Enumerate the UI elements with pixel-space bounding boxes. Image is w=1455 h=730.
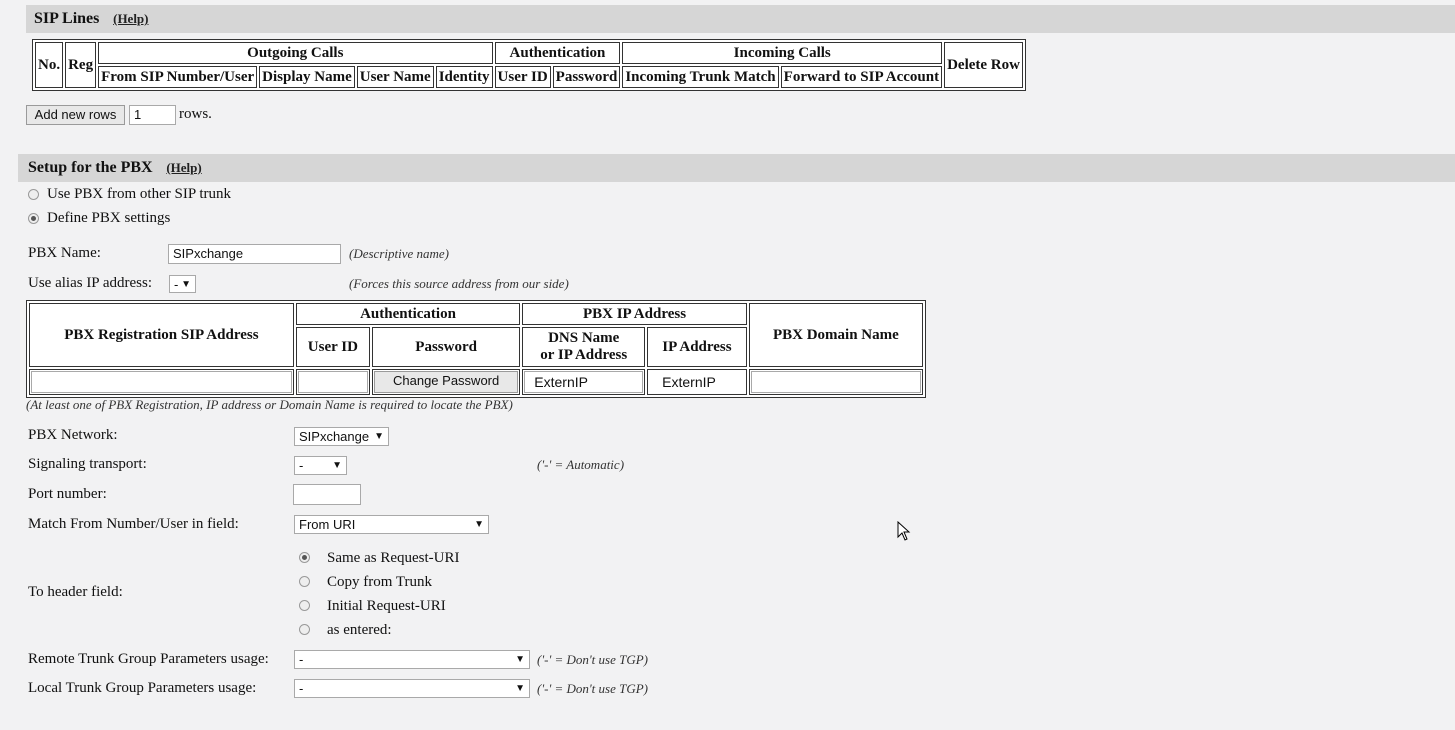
pbx-name-hint: (Descriptive name) [349,246,449,261]
alias-ip-label: Use alias IP address: [28,275,152,291]
match-from-label: Match From Number/User in field: [28,516,239,532]
chevron-down-icon: ▼ [332,460,342,471]
to-copy-from-trunk-label: Copy from Trunk [327,574,433,590]
local-tgp-select[interactable]: - ▼ [294,679,530,698]
local-tgp-value: - [299,681,304,696]
chevron-down-icon: ▼ [181,279,191,290]
pbx-dns-input[interactable]: ExternIP [524,371,644,393]
col-user-id: User ID [494,66,551,88]
col-forward-sip: Forward to SIP Account [780,66,943,88]
col-pbx-dns-line1: DNS Name [548,330,620,346]
signaling-transport-select[interactable]: - ▼ [294,456,347,475]
use-other-trunk-radio[interactable] [28,189,39,200]
col-delete-row: Delete Row [944,42,1023,88]
remote-tgp-hint: ('-' = Don't use TGP) [537,652,648,667]
col-identity: Identity [435,66,493,88]
to-as-entered-radio[interactable] [299,624,310,635]
chevron-down-icon: ▼ [474,519,484,530]
cell-ip: ExternIP [647,369,747,395]
local-tgp-label: Local Trunk Group Parameters usage: [28,680,257,696]
to-header-label: To header field: [28,584,123,600]
sip-lines-header-bar [26,5,1455,33]
to-initial-request-label: Initial Request-URI [327,598,446,614]
signaling-transport-value: - [299,458,304,473]
pbx-address-table: PBX Registration SIP Address Authenticat… [26,300,926,398]
pbx-network-select[interactable]: SIPxchange ▼ [294,427,389,446]
col-group-outgoing: Outgoing Calls [98,42,493,64]
col-pbx-password: Password [371,327,521,367]
col-pbx-domain: PBX Domain Name [748,303,923,367]
col-display-name: Display Name [259,66,355,88]
alias-ip-value: - [174,277,179,292]
use-other-trunk-label: Use PBX from other SIP trunk [47,186,232,202]
col-user-name: User Name [356,66,434,88]
col-group-pbx-ip: PBX IP Address [522,303,747,325]
pbx-title: Setup for the PBX [28,159,153,176]
pbx-heading: Setup for the PBX (Help) [28,159,202,177]
pbx-reg-sip-input[interactable] [31,371,292,393]
remote-tgp-value: - [299,652,304,667]
to-copy-from-trunk-radio[interactable] [299,576,310,587]
col-incoming-trunk: Incoming Trunk Match [622,66,779,88]
cell-password: Change Password [371,369,521,395]
col-pbx-dns: DNS Name or IP Address [522,327,646,367]
port-number-label: Port number: [28,486,107,502]
port-number-input[interactable] [293,484,361,505]
define-pbx-radio[interactable] [28,213,39,224]
change-password-button[interactable]: Change Password [373,371,519,393]
alias-ip-select[interactable]: - ▼ [169,275,196,293]
cell-reg-sip [29,369,294,395]
col-from-sip: From SIP Number/User [98,66,258,88]
pbx-name-label: PBX Name: [28,245,101,261]
sip-lines-heading: SIP Lines (Help) [34,10,149,28]
cell-dns: ExternIP [522,369,646,395]
pbx-domain-input[interactable] [750,371,921,393]
pbx-ip-input[interactable]: ExternIP [649,371,745,393]
pbx-user-id-input[interactable] [297,371,368,393]
local-tgp-hint: ('-' = Don't use TGP) [537,681,648,696]
remote-tgp-select[interactable]: - ▼ [294,650,530,669]
cell-user-id [295,369,370,395]
col-pbx-dns-line2: or IP Address [540,347,628,363]
col-pbx-user-id: User ID [295,327,370,367]
col-pbx-ip-address: IP Address [647,327,747,367]
col-password: Password [552,66,621,88]
signaling-transport-hint: ('-' = Automatic) [537,457,625,472]
pbx-network-label: PBX Network: [28,427,118,443]
define-pbx-label: Define PBX settings [47,210,171,226]
col-no: No. [35,42,64,88]
col-reg: Reg [65,42,97,88]
cell-domain [748,369,923,395]
chevron-down-icon: ▼ [515,654,525,665]
match-from-select[interactable]: From URI ▼ [294,515,489,534]
col-group-authentication: Authentication [494,42,621,64]
signaling-transport-label: Signaling transport: [28,456,147,472]
match-from-value: From URI [299,517,356,532]
pbx-help-link[interactable]: (Help) [166,160,201,175]
locate-pbx-note: (At least one of PBX Registration, IP ad… [26,397,513,412]
sip-lines-help-link[interactable]: (Help) [113,11,148,26]
pbx-network-value: SIPxchange [299,429,370,444]
pbx-name-input[interactable]: SIPxchange [168,244,341,264]
col-group-incoming: Incoming Calls [622,42,943,64]
sip-lines-table: No. Reg Outgoing Calls Authentication In… [32,39,1026,91]
add-new-rows-button[interactable]: Add new rows [26,105,125,125]
alias-ip-hint: (Forces this source address from our sid… [349,276,569,291]
sip-lines-title: SIP Lines [34,10,100,27]
mouse-cursor-icon [897,521,911,541]
col-group-pbx-auth: Authentication [295,303,521,325]
chevron-down-icon: ▼ [515,683,525,694]
col-pbx-reg-sip: PBX Registration SIP Address [29,303,294,367]
to-same-as-request-label: Same as Request-URI [327,550,460,566]
rows-suffix-label: rows. [179,106,212,122]
pbx-header-bar [18,154,1455,182]
remote-tgp-label: Remote Trunk Group Parameters usage: [28,651,269,667]
to-initial-request-radio[interactable] [299,600,310,611]
chevron-down-icon: ▼ [374,431,384,442]
to-same-as-request-radio[interactable] [299,552,310,563]
to-as-entered-label: as entered: [327,622,392,638]
rows-count-input[interactable]: 1 [129,105,176,125]
